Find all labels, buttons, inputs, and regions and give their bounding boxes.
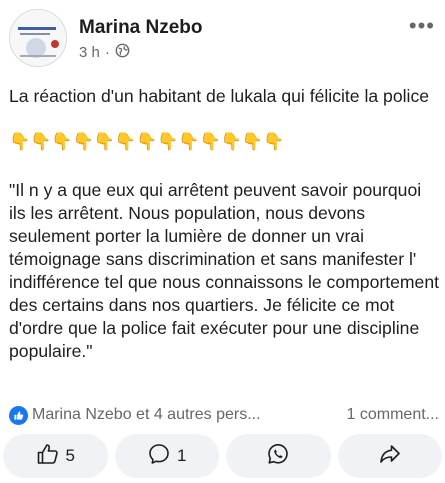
like-count: 5: [65, 446, 75, 465]
post-text: La réaction d'un habitant de lukala qui …: [9, 86, 430, 106]
thumbs-up-icon: [36, 442, 60, 471]
share-arrow-icon: [378, 442, 402, 471]
post-meta: 3 h ·: [79, 43, 130, 62]
comment-count: 1: [177, 446, 187, 465]
globe-icon: [115, 43, 130, 62]
reaction-names[interactable]: Marina Nzebo et 4 autres pers...: [32, 406, 261, 424]
avatar-image: [10, 10, 66, 66]
share-button[interactable]: [337, 434, 442, 478]
reactions-bar: Marina Nzebo et 4 autres pers... 1 comme…: [9, 403, 439, 427]
author-name[interactable]: Marina Nzebo: [79, 17, 203, 39]
like-badge-icon: [9, 405, 28, 425]
comment-button[interactable]: 1: [114, 434, 219, 478]
action-bar: 5 1: [3, 434, 442, 478]
meta-separator: ·: [104, 44, 110, 61]
more-options-button[interactable]: •••: [409, 15, 435, 37]
comment-count-link[interactable]: 1 comment...: [347, 406, 439, 424]
like-button[interactable]: 5: [3, 434, 108, 478]
whatsapp-share-button[interactable]: [226, 434, 331, 478]
pointing-down-emojis: 👇👇👇👇👇👇👇👇👇👇👇👇👇: [9, 132, 285, 151]
post-quote: "Il n y a que eux qui arrêtent peuvent s…: [9, 180, 440, 361]
avatar[interactable]: [9, 9, 67, 67]
whatsapp-icon: [266, 442, 290, 471]
post-time[interactable]: 3 h: [79, 44, 100, 61]
post-header: Marina Nzebo 3 h · •••: [0, 0, 445, 75]
comment-bubble-icon: [147, 442, 171, 471]
